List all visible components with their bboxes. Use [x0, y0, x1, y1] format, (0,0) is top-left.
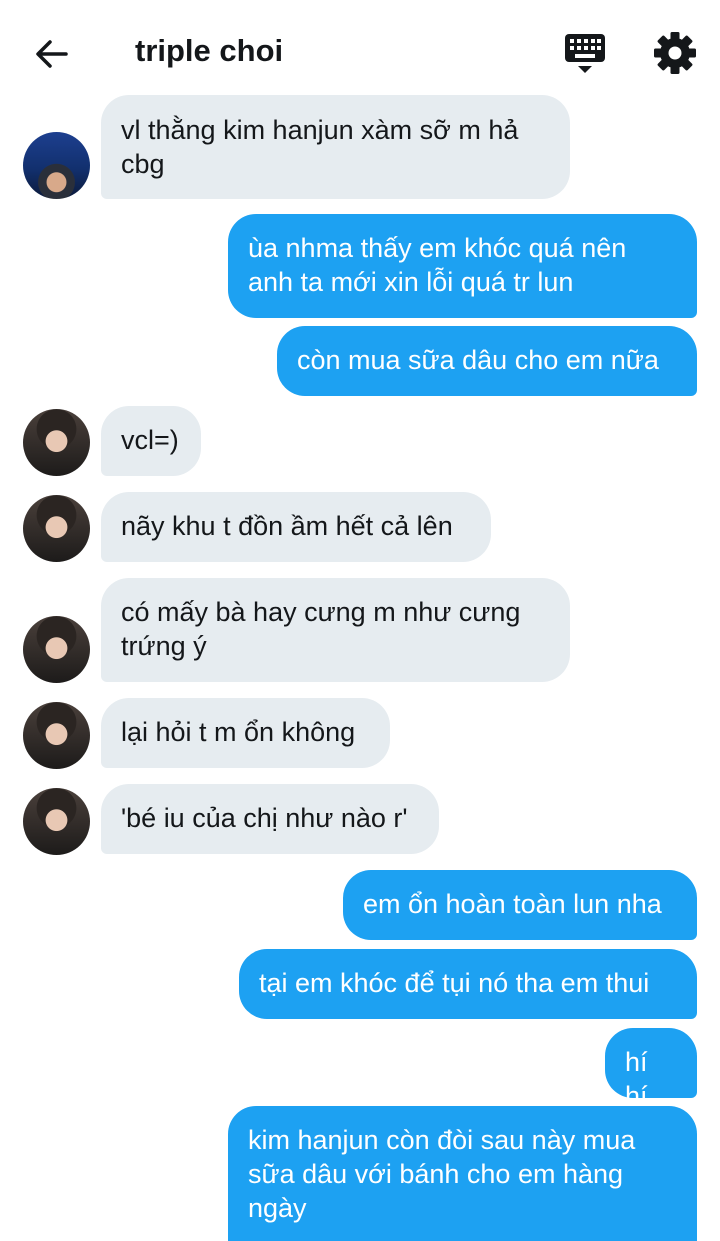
conversation-header: triple choi [0, 0, 720, 100]
message-outgoing[interactable]: tại em khóc để tụi nó tha em thui [239, 949, 697, 1019]
message-outgoing[interactable]: kim hanjun còn đòi sau này mua sữa dâu v… [228, 1106, 697, 1241]
message-outgoing[interactable]: hí hí [605, 1028, 697, 1111]
message-incoming[interactable]: lại hỏi t m ổn không [101, 698, 390, 768]
message-outgoing[interactable]: ùa nhma thấy em khóc quá nên anh ta mới … [228, 214, 697, 318]
avatar[interactable] [23, 616, 90, 683]
keyboard-icon[interactable] [563, 30, 607, 76]
avatar[interactable] [23, 409, 90, 476]
arrow-left-icon[interactable] [30, 32, 74, 76]
message-incoming[interactable]: vl thằng kim hanjun xàm sỡ m hả cbg [101, 95, 570, 199]
message-outgoing[interactable]: còn mua sữa dâu cho em nữa [277, 326, 697, 396]
avatar[interactable] [23, 702, 90, 769]
gear-icon[interactable] [652, 30, 698, 76]
message-incoming[interactable]: 'bé iu của chị như nào r' [101, 784, 439, 854]
message-incoming[interactable]: nãy khu t đồn ầm hết cả lên [101, 492, 491, 562]
conversation-title: triple choi [135, 33, 284, 68]
message-incoming[interactable]: vcl=) [101, 406, 201, 476]
message-incoming[interactable]: có mấy bà hay cưng m như cưng trứng ý [101, 578, 570, 682]
avatar[interactable] [23, 788, 90, 855]
avatar[interactable] [23, 495, 90, 562]
avatar[interactable] [23, 132, 90, 199]
message-outgoing[interactable]: em ổn hoàn toàn lun nha [343, 870, 697, 940]
